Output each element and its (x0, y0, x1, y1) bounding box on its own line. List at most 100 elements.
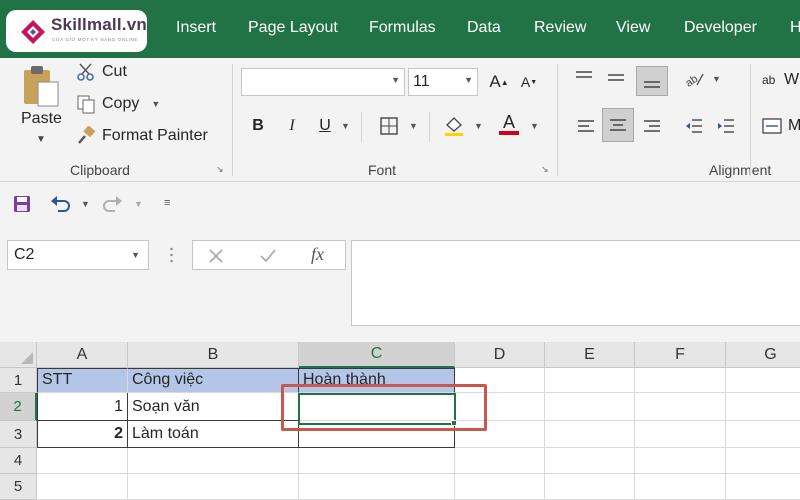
cell-c4[interactable] (299, 448, 455, 474)
cell-b3[interactable]: Làm toán (128, 421, 299, 448)
cell-a5[interactable] (37, 474, 128, 500)
cell-g5[interactable] (726, 474, 800, 500)
cell-d4[interactable] (455, 448, 545, 474)
cell-c5[interactable] (299, 474, 455, 500)
enter-check-icon[interactable] (259, 247, 277, 265)
cell-f4[interactable] (635, 448, 726, 474)
middle-align-button[interactable] (604, 66, 628, 90)
copy-button[interactable]: Copy ▼ (76, 92, 160, 116)
tab-developer[interactable]: Developer (684, 19, 757, 37)
paste-label: Paste (21, 110, 62, 127)
tab-insert[interactable]: Insert (176, 19, 216, 37)
cell-e4[interactable] (545, 448, 635, 474)
save-button[interactable] (10, 192, 34, 216)
redo-button[interactable] (101, 192, 125, 216)
cell-b2[interactable]: Soạn văn (128, 393, 299, 421)
format-painter-button[interactable]: Format Painter (76, 124, 208, 148)
font-launcher-icon[interactable]: ↘ (541, 164, 551, 174)
increase-font-size-button[interactable]: A ▲ (487, 70, 511, 94)
decrease-indent-button[interactable] (682, 114, 706, 138)
font-color-button[interactable]: A (497, 112, 521, 136)
formula-input[interactable] (351, 240, 800, 326)
top-align-button[interactable] (572, 66, 596, 90)
tab-review[interactable]: Review (534, 19, 586, 37)
row-header-3[interactable]: 3 (0, 421, 37, 448)
cell-a4[interactable] (37, 448, 128, 474)
column-header-e[interactable]: E (545, 342, 635, 368)
cell-a1[interactable]: STT (37, 368, 128, 393)
clipboard-launcher-icon[interactable]: ↘ (216, 164, 226, 174)
cell-f5[interactable] (635, 474, 726, 500)
tab-page-layout[interactable]: Page Layout (248, 19, 338, 37)
italic-button[interactable]: I (280, 114, 304, 138)
align-right-button[interactable] (640, 114, 664, 138)
cell-a2[interactable]: 1 (37, 393, 128, 421)
column-header-g[interactable]: G (726, 342, 800, 368)
cell-f1[interactable] (635, 368, 726, 393)
cell-g1[interactable] (726, 368, 800, 393)
orientation-icon: ab (683, 73, 704, 88)
cell-d5[interactable] (455, 474, 545, 500)
column-header-f[interactable]: F (635, 342, 726, 368)
copy-dropdown-icon[interactable]: ▼ (151, 99, 160, 109)
paste-dropdown-icon[interactable]: ▼ (36, 134, 46, 145)
select-all-corner[interactable] (0, 342, 37, 368)
cell-b4[interactable] (128, 448, 299, 474)
tab-data[interactable]: Data (467, 19, 501, 37)
tab-view[interactable]: View (616, 19, 650, 37)
worksheet-grid[interactable]: A B C D E F G 1 2 3 4 5 STT Công việc Ho… (0, 342, 800, 500)
borders-button[interactable] (377, 114, 401, 138)
insert-function-icon[interactable]: fx (311, 244, 324, 265)
font-name-dropdown[interactable]: ▼ (241, 68, 405, 96)
row-header-2[interactable]: 2 (0, 393, 37, 421)
tab-home-partial[interactable]: H (790, 19, 800, 37)
cell-f3[interactable] (635, 421, 726, 448)
cell-g4[interactable] (726, 448, 800, 474)
merge-center-button[interactable]: M (762, 114, 800, 138)
align-left-button[interactable] (574, 114, 598, 138)
cell-f2[interactable] (635, 393, 726, 421)
underline-button[interactable]: U (313, 114, 337, 138)
resize-handle-icon[interactable] (170, 246, 173, 264)
column-header-d[interactable]: D (455, 342, 545, 368)
tab-formulas[interactable]: Formulas (369, 19, 436, 37)
row-header-1[interactable]: 1 (0, 368, 37, 393)
cut-button[interactable]: Cut (76, 60, 127, 84)
cell-b1[interactable]: Công việc (128, 368, 299, 393)
cell-e1[interactable] (545, 368, 635, 393)
row-header-5[interactable]: 5 (0, 474, 37, 500)
column-header-a[interactable]: A (37, 342, 128, 368)
font-size-dropdown[interactable]: 11 ▼ (408, 68, 478, 96)
undo-button[interactable] (48, 192, 72, 216)
undo-dropdown-icon[interactable]: ▼ (81, 199, 90, 209)
font-color-dropdown-icon[interactable]: ▼ (530, 121, 539, 131)
fill-color-dropdown-icon[interactable]: ▼ (474, 121, 483, 131)
center-align-button[interactable] (602, 108, 634, 142)
orientation-button[interactable]: ab (682, 66, 706, 90)
cell-e5[interactable] (545, 474, 635, 500)
wrap-text-button[interactable]: ab W (762, 68, 799, 92)
cell-a3[interactable]: 2 (37, 421, 128, 448)
cell-e3[interactable] (545, 421, 635, 448)
paste-button[interactable]: Paste ▼ (20, 64, 64, 145)
column-header-c[interactable]: C (299, 342, 455, 368)
name-box[interactable]: C2 ▼ (7, 240, 149, 270)
decrease-font-size-button[interactable]: A ▼ (517, 70, 541, 94)
redo-dropdown-icon[interactable]: ▼ (134, 199, 143, 209)
fill-color-button[interactable] (442, 114, 466, 138)
borders-dropdown-icon[interactable]: ▼ (409, 121, 418, 131)
cell-g2[interactable] (726, 393, 800, 421)
underline-dropdown-icon[interactable]: ▼ (341, 121, 350, 131)
top-align-icon (576, 71, 592, 78)
cell-b5[interactable] (128, 474, 299, 500)
customize-toolbar-icon[interactable]: ≡ (164, 197, 170, 209)
orientation-dropdown-icon[interactable]: ▼ (712, 74, 721, 84)
cell-e2[interactable] (545, 393, 635, 421)
bottom-align-button[interactable] (636, 66, 668, 96)
row-header-4[interactable]: 4 (0, 448, 37, 474)
bold-button[interactable]: B (246, 114, 270, 138)
column-header-b[interactable]: B (128, 342, 299, 368)
cancel-icon[interactable] (207, 247, 225, 265)
increase-indent-button[interactable] (714, 114, 738, 138)
cell-g3[interactable] (726, 421, 800, 448)
